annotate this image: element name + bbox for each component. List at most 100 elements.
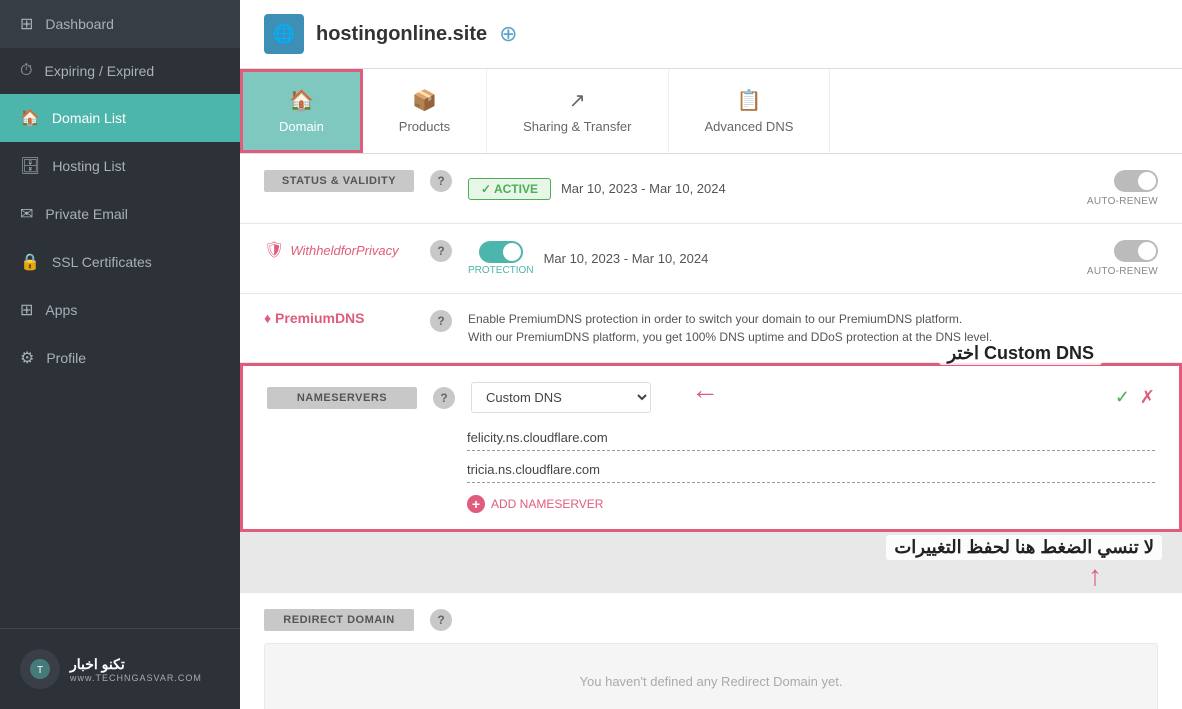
cancel-x-icon[interactable]: ✗: [1140, 387, 1155, 408]
sidebar-item-hosting-list[interactable]: 🗄 Hosting List: [0, 142, 240, 190]
sidebar-item-expiring[interactable]: ⏱ Expiring / Expired: [0, 48, 240, 94]
redirect-section: REDIRECT DOMAIN ? You haven't defined an…: [240, 593, 1182, 709]
redirect-help-icon[interactable]: ?: [430, 609, 452, 631]
nameserver-2-input[interactable]: [467, 457, 1155, 483]
redirect-empty: You haven't defined any Redirect Domain …: [264, 643, 1158, 709]
sidebar-logo: T تكنو اخبار www.TECHNGASVAR.COM: [0, 628, 240, 709]
protection-label: PROTECTION: [468, 265, 534, 276]
custom-dns-annotation-text: اختر Custom DNS: [939, 341, 1102, 365]
domain-tab-icon: 🏠: [289, 88, 314, 113]
save-annotation-group: لا تنسي الضغط هنا لحفظ التغييرات ↑: [886, 535, 1162, 592]
privacy-toggle[interactable]: [479, 241, 523, 263]
logo-text-group: تكنو اخبار www.TECHNGASVAR.COM: [70, 656, 202, 683]
sidebar-item-ssl[interactable]: 🔒 SSL Certificates: [0, 238, 240, 286]
sidebar-item-label: Private Email: [45, 206, 127, 222]
sidebar-item-label: Profile: [46, 350, 86, 366]
sharing-tab-icon: ↗: [569, 88, 586, 113]
domain-icon: 🌐: [264, 14, 304, 54]
profile-gear-icon: ⚙: [20, 348, 34, 368]
sidebar-item-apps[interactable]: ⊞ Apps: [0, 286, 240, 334]
logo-icon: T: [20, 649, 60, 689]
domain-list-icon: 🏠: [20, 108, 40, 128]
custom-dns-select[interactable]: Custom DNS: [471, 382, 651, 413]
domain-tag-icon[interactable]: ⊕: [499, 21, 517, 47]
nameservers-wrapper: NAMESERVERS ? Custom DNS ← ✓ ✗: [240, 363, 1182, 533]
redirect-top: REDIRECT DOMAIN ?: [264, 609, 1158, 631]
tab-sharing-label: Sharing & Transfer: [523, 119, 631, 134]
status-label: STATUS & VALIDITY: [264, 170, 414, 192]
sidebar-item-label: Apps: [45, 302, 77, 318]
apps-icon: ⊞: [20, 300, 33, 320]
save-check-icon[interactable]: ✓: [1115, 387, 1130, 408]
dns-action-icons: ✓ ✗: [1115, 387, 1155, 408]
tab-advanced-dns[interactable]: 📋 Advanced DNS: [669, 69, 831, 153]
domain-name: hostingonline.site: [316, 23, 487, 46]
sidebar-item-label: Hosting List: [52, 158, 125, 174]
status-row: STATUS & VALIDITY ? ✓ ACTIVE Mar 10, 202…: [240, 154, 1182, 224]
content-wrapper: STATUS & VALIDITY ? ✓ ACTIVE Mar 10, 202…: [240, 154, 1182, 709]
add-nameserver-button[interactable]: + ADD NAMESERVER: [467, 495, 1155, 513]
nameservers-section: NAMESERVERS ? Custom DNS ← ✓ ✗: [240, 363, 1182, 532]
privacy-date-range: Mar 10, 2023 - Mar 10, 2024: [544, 251, 709, 266]
status-help-icon[interactable]: ?: [430, 170, 452, 192]
tab-products-label: Products: [399, 119, 450, 134]
redirect-label: REDIRECT DOMAIN: [264, 609, 414, 631]
tab-products[interactable]: 📦 Products: [363, 69, 487, 153]
sidebar: ⊞ Dashboard ⏱ Expiring / Expired 🏠 Domai…: [0, 0, 240, 709]
main-content: 🌐 hostingonline.site ⊕ 🏠 Domain 📦 Produc…: [240, 0, 1182, 709]
active-badge-text: ✓ ACTIVE: [481, 182, 538, 196]
status-auto-renew-label: AUTO-RENEW: [1087, 196, 1158, 207]
logo-name: تكنو اخبار: [70, 656, 202, 673]
save-arrow-icon: ↑: [1088, 560, 1102, 592]
tab-domain[interactable]: 🏠 Domain: [240, 69, 363, 153]
privacy-auto-renew: AUTO-RENEW: [1087, 240, 1158, 277]
sidebar-item-label: Expiring / Expired: [44, 63, 154, 79]
sidebar-item-profile[interactable]: ⚙ Profile: [0, 334, 240, 382]
sidebar-item-label: Dashboard: [45, 16, 114, 32]
nameservers-label: NAMESERVERS: [267, 387, 417, 409]
premium-dns-label: ♦ PremiumDNS: [264, 310, 365, 326]
pink-arrow-left-icon: ←: [691, 374, 719, 406]
status-badge: ✓ ACTIVE: [468, 178, 551, 200]
privacy-content: PROTECTION Mar 10, 2023 - Mar 10, 2024 A…: [468, 240, 1158, 277]
nameserver-1-input[interactable]: [467, 425, 1155, 451]
private-email-icon: ✉: [20, 204, 33, 224]
products-tab-icon: 📦: [412, 88, 437, 113]
expiring-icon: ⏱: [20, 62, 32, 80]
status-auto-renew: AUTO-RENEW: [1087, 170, 1158, 207]
sidebar-item-private-email[interactable]: ✉ Private Email: [0, 190, 240, 238]
privacy-auto-renew-label: AUTO-RENEW: [1087, 266, 1158, 277]
privacy-logo-group: 🛡 WithheldforPrivacy: [264, 240, 414, 260]
add-ns-plus-icon: +: [467, 495, 485, 513]
save-annotation-text: لا تنسي الضغط هنا لحفظ التغييرات: [886, 535, 1162, 560]
redirect-empty-text: You haven't defined any Redirect Domain …: [580, 674, 843, 689]
status-content: ✓ ACTIVE Mar 10, 2023 - Mar 10, 2024 AUT…: [468, 170, 1158, 207]
status-toggle[interactable]: [1114, 170, 1158, 192]
svg-text:T: T: [37, 665, 43, 676]
tab-sharing-transfer[interactable]: ↗ Sharing & Transfer: [487, 69, 668, 153]
nameserver-inputs: + ADD NAMESERVER: [467, 425, 1155, 513]
nameservers-top: NAMESERVERS ? Custom DNS ← ✓ ✗: [267, 382, 1155, 413]
tab-domain-label: Domain: [279, 119, 324, 134]
custom-dns-container: Custom DNS ← ✓ ✗: [471, 382, 1155, 413]
arrow-annotation: ←: [691, 374, 719, 406]
tab-advanced-dns-label: Advanced DNS: [705, 119, 794, 134]
ssl-icon: 🔒: [20, 252, 40, 272]
nameservers-help-icon[interactable]: ?: [433, 387, 455, 409]
privacy-auto-renew-toggle[interactable]: [1114, 240, 1158, 262]
sidebar-item-domain-list[interactable]: 🏠 Domain List: [0, 94, 240, 142]
privacy-help-icon[interactable]: ?: [430, 240, 452, 262]
hosting-list-icon: 🗄: [20, 156, 40, 176]
domain-header: 🌐 hostingonline.site ⊕: [240, 0, 1182, 69]
premium-dns-help-icon[interactable]: ?: [430, 310, 452, 332]
privacy-row: 🛡 WithheldforPrivacy ? PROTECTION Mar 10…: [240, 224, 1182, 294]
sidebar-item-label: SSL Certificates: [52, 254, 152, 270]
privacy-label: WithheldforPrivacy: [290, 243, 398, 258]
custom-dns-arabic-annotation: اختر Custom DNS: [939, 343, 1102, 364]
logo-sub: www.TECHNGASVAR.COM: [70, 673, 202, 683]
premium-dns-logo: ♦ PremiumDNS: [264, 310, 414, 328]
sidebar-item-dashboard[interactable]: ⊞ Dashboard: [0, 0, 240, 48]
status-date-range: Mar 10, 2023 - Mar 10, 2024: [561, 181, 726, 196]
add-nameserver-label: ADD NAMESERVER: [491, 497, 603, 511]
privacy-shield-icon: 🛡: [264, 240, 284, 260]
